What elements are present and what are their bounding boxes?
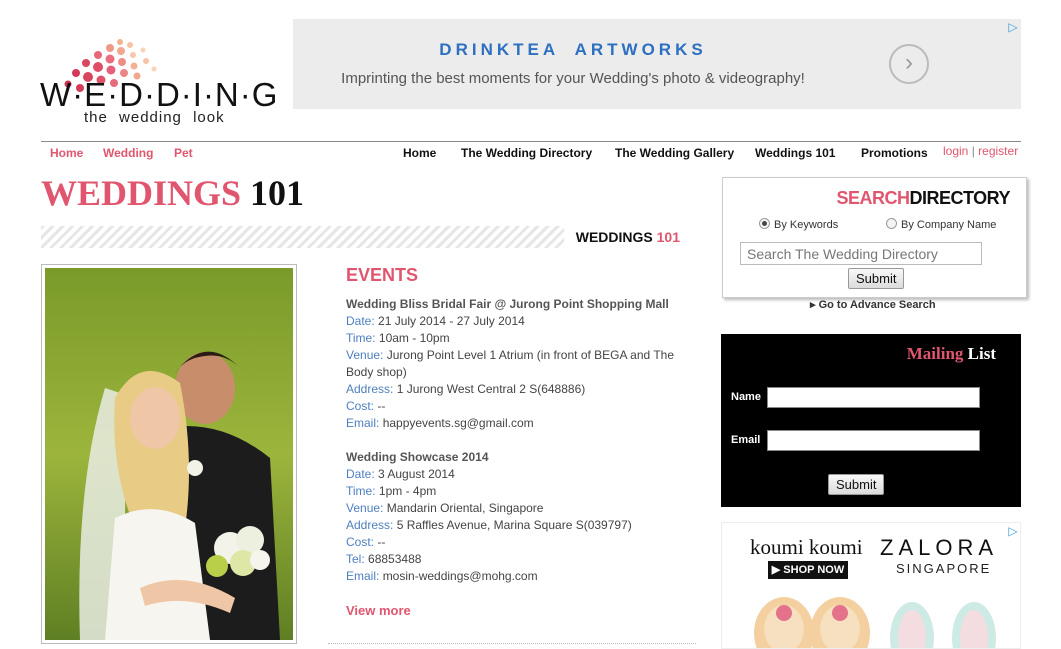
band-label-part1: WEDDINGS xyxy=(575,229,653,245)
event-venue: Venue: Jurong Point Level 1 Atrium (in f… xyxy=(346,348,674,379)
event-date: Date: 3 August 2014 xyxy=(346,467,455,481)
adchoices-icon[interactable]: ▷ xyxy=(1006,524,1020,538)
login-link[interactable]: login xyxy=(943,144,968,158)
page-title-part1: WEDDINGS xyxy=(41,173,242,213)
section-band: WEDDINGS 101 xyxy=(41,226,696,248)
event-title: Wedding Showcase 2014 xyxy=(346,450,489,464)
event-time: Time: 1pm - 4pm xyxy=(346,484,437,498)
event-item: Wedding Showcase 2014 Date: 3 August 201… xyxy=(346,449,696,585)
event-time: Time: 10am - 10pm xyxy=(346,331,450,345)
mailing-submit-button[interactable]: Submit xyxy=(828,474,885,495)
nav-promotions[interactable]: Promotions xyxy=(861,146,928,160)
band-label-part2: 101 xyxy=(656,229,680,245)
zalora-subtitle: SINGAPORE xyxy=(896,561,992,576)
nav-divider xyxy=(41,141,1021,142)
adchoices-icon[interactable]: ▷ xyxy=(1006,20,1020,34)
top-ad-subtitle: Imprinting the best moments for your Wed… xyxy=(341,70,805,87)
couple-illustration xyxy=(45,268,293,640)
events-heading: EVENTS xyxy=(346,265,419,285)
page-title: WEDDINGS 101 xyxy=(41,172,304,214)
view-more-link[interactable]: View more xyxy=(346,602,696,619)
event-date: Date: 21 July 2014 - 27 July 2014 xyxy=(346,314,525,328)
radio-by-company-name[interactable]: By Company Name xyxy=(886,218,996,231)
register-link[interactable]: register xyxy=(978,144,1018,158)
auth-links: login | register xyxy=(943,144,1018,158)
name-field[interactable] xyxy=(767,387,980,408)
event-address: Address: 5 Raffles Avenue, Marina Square… xyxy=(346,518,632,532)
search-directory-panel: SEARCHDIRECTORY By Keywords By Company N… xyxy=(722,177,1027,298)
event-address: Address: 1 Jurong West Central 2 S(64888… xyxy=(346,382,586,396)
search-submit-button[interactable]: Submit xyxy=(848,268,905,289)
events-section: EVENTS Wedding Bliss Bridal Fair @ Juron… xyxy=(346,265,696,619)
radio-by-keywords[interactable]: By Keywords xyxy=(759,218,838,231)
mailing-list-panel: Mailing List Name Email Submit xyxy=(721,334,1021,507)
event-email: Email: mosin-weddings@mohg.com xyxy=(346,569,538,583)
advanced-search-link[interactable]: ▸ Go to Advance Search xyxy=(810,298,936,311)
logo-tagline: the wedding look xyxy=(84,109,225,126)
top-banner-ad[interactable]: DRINKTEA ARTWORKS Imprinting the best mo… xyxy=(293,19,1021,109)
bottom-banner-ad[interactable]: koumi koumi ▶ SHOP NOW ZALORA SINGAPORE xyxy=(721,522,1021,649)
nav-weddings-101[interactable]: Weddings 101 xyxy=(755,146,835,160)
search-input[interactable] xyxy=(740,242,982,265)
name-label: Name xyxy=(731,391,761,403)
nav-left-pet[interactable]: Pet xyxy=(174,146,193,160)
event-title: Wedding Bliss Bridal Fair @ Jurong Point… xyxy=(346,297,669,311)
events-divider xyxy=(328,643,696,644)
radio-selected-icon[interactable] xyxy=(759,218,770,229)
nav-home[interactable]: Home xyxy=(403,146,436,160)
event-item: Wedding Bliss Bridal Fair @ Jurong Point… xyxy=(346,296,696,432)
zalora-logo: ZALORA xyxy=(880,535,999,560)
email-field[interactable] xyxy=(767,430,980,451)
email-label: Email xyxy=(731,434,761,446)
radio-unselected-icon[interactable] xyxy=(886,218,897,229)
nav-left-home[interactable]: Home xyxy=(50,146,83,160)
wedding-couple-photo xyxy=(41,264,297,644)
triangle-right-icon: ▶ xyxy=(771,564,781,576)
search-directory-title: SEARCHDIRECTORY xyxy=(836,188,1010,208)
mailing-list-title: Mailing List xyxy=(906,344,996,363)
koumi-koumi-logo: koumi koumi xyxy=(750,535,863,559)
nav-wedding-directory[interactable]: The Wedding Directory xyxy=(461,146,592,160)
auth-separator: | xyxy=(971,144,975,158)
page-title-part2: 101 xyxy=(250,173,305,213)
shoes-illustration xyxy=(754,597,996,648)
section-band-label: WEDDINGS 101 xyxy=(563,226,696,248)
nav-left-wedding[interactable]: Wedding xyxy=(103,146,153,160)
top-ad-title: DRINKTEA ARTWORKS xyxy=(439,40,707,59)
site-logo[interactable]: W·E·D·D·I·N·G the wedding look xyxy=(40,36,277,128)
triangle-right-icon: ▸ xyxy=(810,299,816,311)
shop-now-button[interactable]: ▶ SHOP NOW xyxy=(768,561,848,579)
nav-wedding-gallery[interactable]: The Wedding Gallery xyxy=(615,146,734,160)
event-cost: Cost: -- xyxy=(346,535,386,549)
event-tel: Tel: 68853488 xyxy=(346,552,422,566)
event-email: Email: happyevents.sg@gmail.com xyxy=(346,416,534,430)
chevron-right-icon[interactable]: › xyxy=(889,44,929,84)
event-cost: Cost: -- xyxy=(346,399,386,413)
event-venue: Venue: Mandarin Oriental, Singapore xyxy=(346,501,544,515)
